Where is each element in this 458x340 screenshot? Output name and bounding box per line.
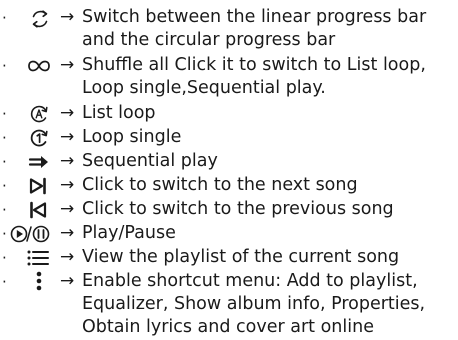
- arrow: →: [60, 55, 75, 75]
- legend-text: Shuffle all Click it to switch to List l…: [82, 55, 426, 75]
- arrow: →: [60, 247, 75, 267]
- legend-text: Obtain lyrics and cover art online: [82, 317, 374, 337]
- legend-row-playlist: · → View the playlist of the current son…: [0, 246, 458, 268]
- more-menu-icon: [36, 271, 42, 291]
- legend-row-shortcut-menu: · → Enable shortcut menu: Add to playlis…: [0, 270, 458, 337]
- arrow: →: [60, 175, 75, 195]
- arrow: →: [60, 223, 75, 243]
- legend-text: Switch between the linear progress bar: [82, 7, 427, 27]
- play-pause-icon: [10, 225, 50, 243]
- bullet: ·: [2, 225, 7, 243]
- legend-row-loop-single: · → Loop single: [0, 126, 458, 148]
- legend-text: View the playlist of the current song: [82, 247, 400, 267]
- list-loop-icon: [30, 105, 48, 123]
- legend-row-play-pause: · → Play/Pause: [0, 222, 458, 244]
- bullet: ·: [2, 9, 7, 27]
- switch-progress-icon: [32, 10, 48, 28]
- arrow: →: [60, 7, 75, 27]
- legend-text: Click to switch to the next song: [82, 175, 358, 195]
- legend-text: Enable shortcut menu: Add to playlist,: [82, 271, 418, 291]
- shuffle-icon: [28, 60, 50, 72]
- bullet: ·: [2, 249, 7, 267]
- legend-row-sequential-play: · → Sequential play: [0, 150, 458, 172]
- legend-text: Sequential play: [82, 151, 218, 171]
- previous-song-icon: [30, 201, 47, 219]
- legend-text: Play/Pause: [82, 223, 176, 243]
- bullet: ·: [2, 201, 7, 219]
- arrow: →: [60, 127, 75, 147]
- legend-row-shuffle: · → Shuffle all Click it to switch to Li…: [0, 54, 458, 98]
- bullet: ·: [2, 129, 7, 147]
- legend-text: Click to switch to the previous song: [82, 199, 394, 219]
- arrow: →: [60, 199, 75, 219]
- legend-text: and the circular progress bar: [82, 30, 336, 50]
- legend-text: List loop: [82, 103, 156, 123]
- arrow: →: [60, 103, 75, 123]
- arrow: →: [60, 271, 75, 291]
- legend-text: Equalizer, Show album info, Properties,: [82, 294, 426, 314]
- bullet: ·: [2, 153, 7, 171]
- icon-legend: · → Switch between the linear progress b…: [0, 0, 458, 340]
- playlist-icon: [27, 250, 49, 266]
- bullet: ·: [2, 273, 7, 291]
- bullet: ·: [2, 177, 7, 195]
- legend-text: Loop single,Sequential play.: [82, 78, 326, 98]
- legend-row-list-loop: · → List loop: [0, 102, 458, 124]
- loop-single-icon: [30, 129, 48, 147]
- bullet: ·: [2, 57, 7, 75]
- legend-text: Loop single: [82, 127, 182, 147]
- next-song-icon: [29, 177, 46, 195]
- arrow: →: [60, 151, 75, 171]
- legend-row-next-song: · → Click to switch to the next song: [0, 174, 458, 196]
- sequential-play-icon: [28, 156, 48, 168]
- legend-row-switch-progress: · → Switch between the linear progress b…: [0, 6, 458, 50]
- bullet: ·: [2, 105, 7, 123]
- legend-row-previous-song: · → Click to switch to the previous song: [0, 198, 458, 220]
